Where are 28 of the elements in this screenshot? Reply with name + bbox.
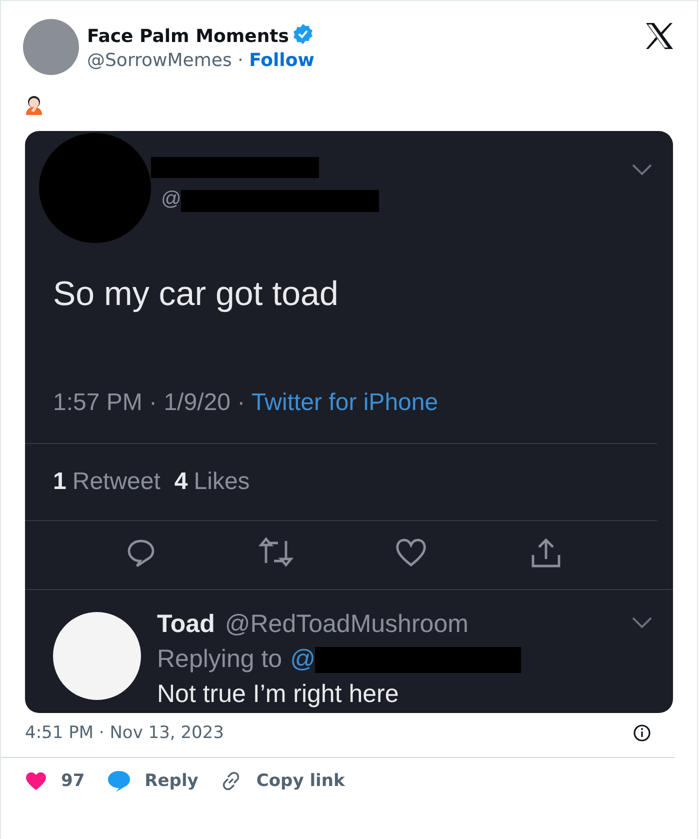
reply-author-name: Toad bbox=[157, 610, 215, 638]
tweet-time: 1:57 PM · 1/9/20 · bbox=[53, 389, 246, 416]
heart-icon[interactable] bbox=[394, 537, 428, 567]
heart-icon[interactable] bbox=[25, 771, 47, 791]
facepalm-emoji-icon bbox=[25, 95, 45, 115]
replying-to-label: Replying to bbox=[157, 645, 282, 674]
author-name[interactable]: Face Palm Moments bbox=[87, 26, 289, 47]
handle-prefix: @ bbox=[290, 645, 316, 674]
reply-button[interactable]: Reply bbox=[144, 771, 198, 791]
like-count[interactable]: 97 bbox=[61, 771, 85, 791]
follow-link[interactable]: Follow bbox=[249, 50, 314, 71]
x-logo-icon[interactable] bbox=[645, 23, 673, 49]
handle-prefix: @ bbox=[161, 188, 182, 211]
chevron-icon[interactable] bbox=[631, 616, 653, 630]
copy-link-button[interactable]: Copy link bbox=[256, 771, 345, 791]
like-count: 4 Likes bbox=[174, 468, 250, 496]
author-handle[interactable]: @SorrowMemes bbox=[87, 50, 232, 71]
separator: · bbox=[238, 50, 244, 71]
info-icon[interactable] bbox=[633, 724, 651, 742]
tweet-text: So my car got toad bbox=[52, 275, 340, 314]
post-timestamp[interactable]: 4:51 PM · Nov 13, 2023 bbox=[25, 723, 224, 743]
retweet-icon[interactable] bbox=[258, 537, 294, 567]
reply-text: Not true I’m right here bbox=[157, 680, 400, 709]
reply-author-handle: @RedToadMushroom bbox=[224, 610, 468, 638]
comment-icon[interactable] bbox=[106, 770, 131, 792]
chevron-icon[interactable] bbox=[631, 163, 653, 177]
source-link[interactable]: Twitter for iPhone bbox=[251, 389, 438, 416]
retweet-count: 1 Retweet bbox=[53, 468, 160, 496]
